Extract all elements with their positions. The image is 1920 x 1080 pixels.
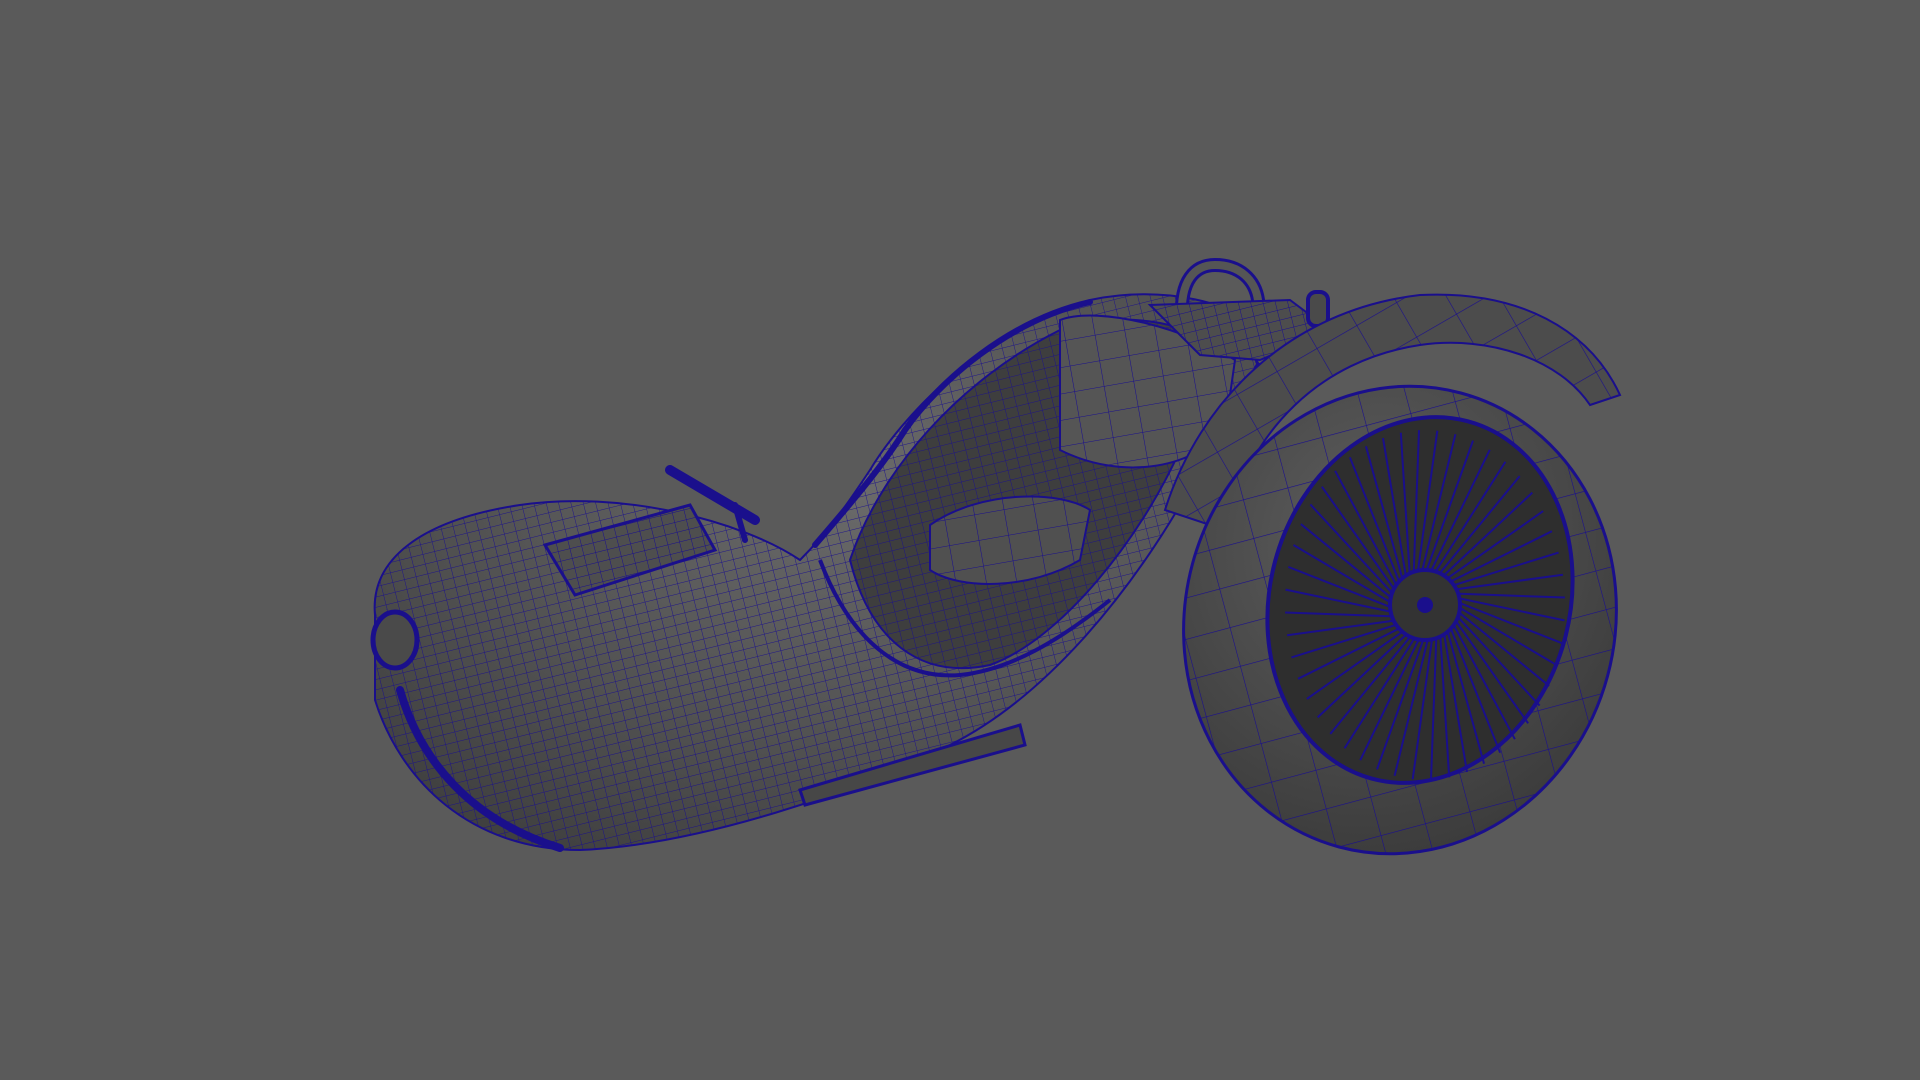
wheel-hub	[1388, 568, 1462, 642]
3d-viewport[interactable]	[0, 0, 1920, 1080]
viewport-scene	[370, 257, 1622, 856]
